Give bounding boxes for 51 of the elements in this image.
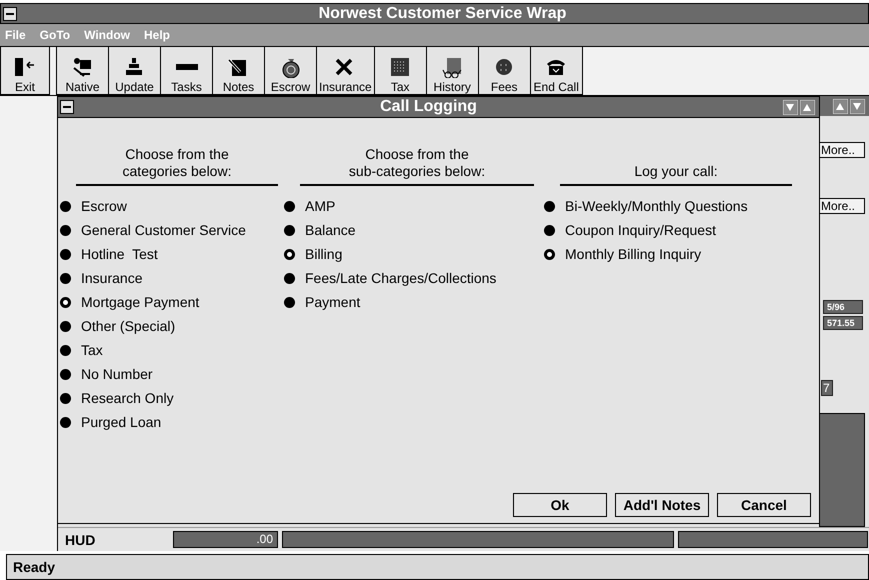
radio-option[interactable]: Tax [60,338,278,362]
radio-option[interactable]: Research Only [60,386,278,410]
column-heading: Log your call: [633,162,719,181]
toolbar-button[interactable]: Notes [212,47,265,95]
more-button[interactable]: More.. [819,198,865,214]
value-field: 571.55 [823,316,863,330]
dialog-button[interactable]: Add'l Notes [615,493,709,517]
scroll-down-icon [783,100,798,114]
scroll-up-icon [800,100,815,114]
scroll-down-icon [850,98,865,114]
radio-option[interactable]: General Customer Service [60,218,278,242]
window-title: Norwest Customer Service Wrap [318,4,568,22]
scroll-up-icon [833,98,848,114]
radio-option[interactable]: Hotline Test [60,242,278,266]
toolbar-button[interactable]: Tax [374,47,427,95]
value-field: 7 [821,380,833,396]
amount-field: .00 [173,531,278,548]
dialog-button[interactable]: Ok [513,493,607,517]
radio-option[interactable]: Coupon Inquiry/Request [544,218,792,242]
radio-option[interactable]: Escrow [60,194,278,218]
column-heading: Choose from the sub-categories below: [348,146,486,181]
toolbar-button[interactable]: Native [56,47,109,95]
toolbar-button[interactable]: Exit [0,47,50,95]
toolbar-button[interactable]: Fees [478,47,531,95]
column-heading: Choose from the categories below: [122,146,232,181]
more-button[interactable]: More.. [819,142,865,158]
radio-option[interactable]: AMP [284,194,534,218]
status-bar: Ready [6,554,869,580]
toolbar-button[interactable]: Insurance [316,47,375,95]
radio-option[interactable]: Payment [284,290,534,314]
toolbar-button[interactable]: Update [108,47,161,95]
dialog-title: Call Logging [379,98,478,116]
radio-option[interactable]: Balance [284,218,534,242]
value-field: 5/96 [823,300,863,314]
toolbar-button[interactable]: Escrow [264,47,317,95]
bar-icon [176,64,198,70]
radio-option[interactable]: Insurance [60,266,278,290]
radio-option[interactable]: Monthly Billing Inquiry [544,242,792,266]
toolbar-button[interactable]: History [426,47,479,95]
radio-option[interactable]: Fees/Late Charges/Collections [284,266,534,290]
system-menu-icon [3,6,17,20]
radio-option[interactable]: Billing [284,242,534,266]
hud-label: HUD [64,532,96,548]
toolbar-button[interactable]: End Call [530,47,583,95]
toolbar-button[interactable]: Tasks [160,47,213,95]
radio-option[interactable]: Mortgage Payment [60,290,278,314]
radio-option[interactable]: Purged Loan [60,410,278,434]
radio-option[interactable]: Other (Special) [60,314,278,338]
dialog-button[interactable]: Cancel [717,493,811,517]
radio-option[interactable]: No Number [60,362,278,386]
radio-option[interactable]: Bi-Weekly/Monthly Questions [544,194,792,218]
